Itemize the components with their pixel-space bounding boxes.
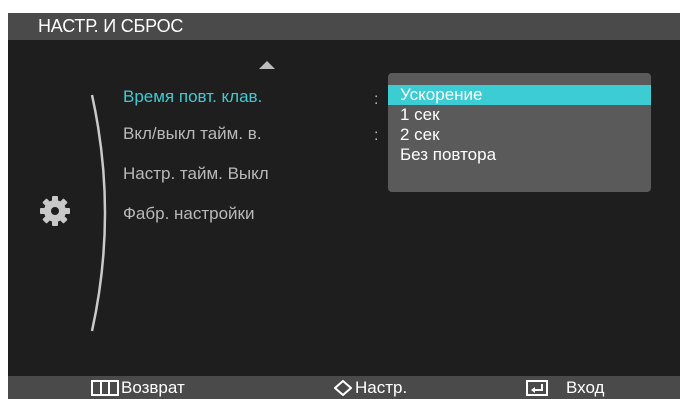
adjust-label: Настр.: [355, 378, 408, 397]
menu-arc-decoration: [90, 94, 107, 332]
triangle-up-icon[interactable]: [258, 60, 276, 70]
menu-item-off-timer-setup[interactable]: Настр. тайм. Выкл: [123, 164, 269, 184]
menu-bars-icon: [91, 380, 119, 396]
option-label: 2 сек: [400, 125, 440, 144]
page-title: НАСТР. И СБРОС: [38, 16, 184, 36]
title-bar: НАСТР. И СБРОС: [8, 13, 680, 40]
osd-menu: НАСТР. И СБРОС Время повт. клав. Вкл/вык…: [8, 13, 680, 399]
menu-item-factory-reset[interactable]: Фабр. настройки: [123, 204, 254, 224]
enter-return-icon: [526, 380, 548, 396]
option-label: Без повтора: [400, 145, 497, 164]
option-label: 1 сек: [400, 105, 440, 124]
back-label: Возврат: [121, 378, 185, 397]
option-no-repeat[interactable]: Без повтора: [388, 145, 651, 165]
option-acceleration[interactable]: Ускорение: [388, 85, 651, 105]
enter-label: Вход: [566, 378, 605, 397]
menu-item-key-repeat-time[interactable]: Время повт. клав.: [123, 87, 262, 107]
option-1-sec[interactable]: 1 сек: [388, 105, 651, 125]
menu-item-off-timer-toggle[interactable]: Вкл/выкл тайм. в.: [123, 124, 262, 144]
value-colon: :: [374, 91, 379, 108]
value-colon: :: [374, 127, 379, 144]
option-2-sec[interactable]: 2 сек: [388, 125, 651, 145]
button-guide-bar: Возврат Настр. Вход: [8, 376, 680, 399]
diamond-arrows-icon: [334, 380, 352, 396]
gear-icon: [40, 196, 70, 226]
option-label: Ускорение: [400, 85, 483, 104]
options-dropdown: Ускорение 1 сек 2 сек Без повтора: [388, 73, 651, 192]
